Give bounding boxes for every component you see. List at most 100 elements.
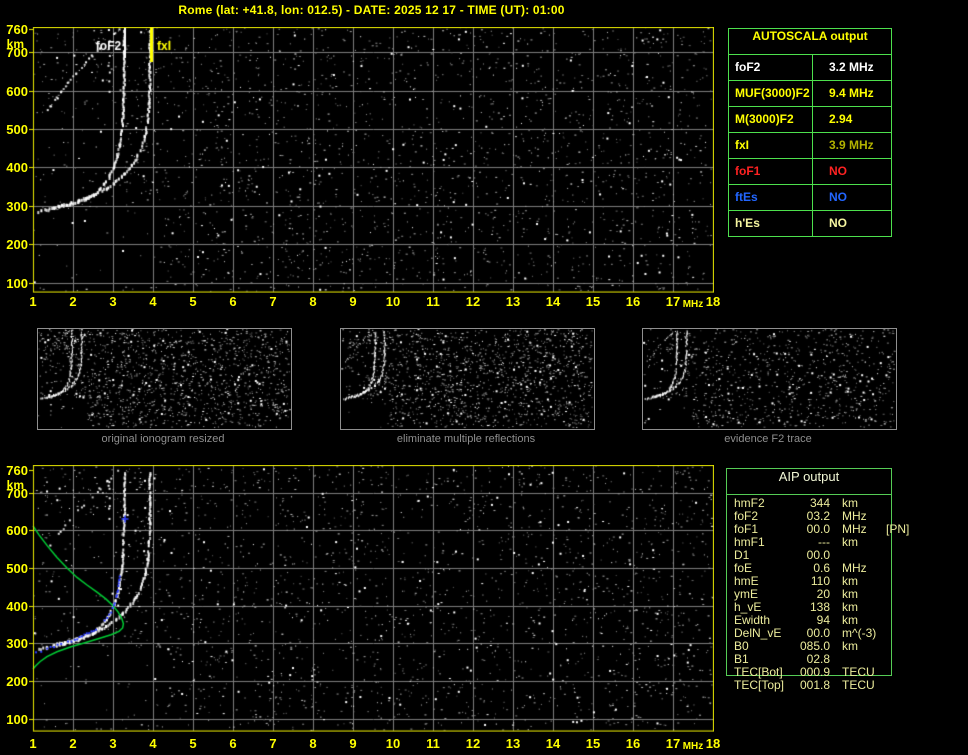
x-axis-tick-label: 9 [349, 736, 357, 751]
aip-row-note: [PN] [886, 522, 910, 536]
autoscala-row-value: 2.94 [829, 112, 853, 126]
x-axis-tick-label: 16 [625, 736, 641, 751]
x-axis-tick-label: 7 [269, 736, 277, 751]
x-axis-tick-label: 1 [29, 736, 37, 751]
y-axis-tick-label: 760 [6, 22, 28, 37]
station-title: Rome (lat: +41.8, lon: 012.5) - DATE: 20… [178, 3, 565, 17]
autoscala-table-row: foF1 NO [729, 158, 891, 184]
x-axis-unit-label: MHz [682, 299, 704, 310]
top-ionogram-plot [29, 27, 714, 293]
y-axis-tick-label: 400 [6, 599, 28, 614]
autoscala-row-value: NO [829, 164, 847, 178]
autoscala-output-table: AUTOSCALA output foF2 3.2 MHz MUF(3000)F2 9… [728, 28, 892, 237]
autoscala-row-label: foF2 [729, 55, 813, 80]
autoscala-row-label: ftEs [729, 185, 813, 210]
x-axis-tick-label: 12 [465, 736, 481, 751]
x-axis-tick-label: 4 [149, 736, 157, 751]
y-axis-tick-label: 500 [6, 122, 28, 137]
autoscala-table-row: MUF(3000)F2 9.4 MHz [729, 80, 891, 106]
autoscala-row-label: foF1 [729, 159, 813, 184]
x-axis-tick-label: 9 [349, 294, 357, 309]
autoscala-row-value: NO [829, 190, 847, 204]
autoscala-row-label: fxI [729, 133, 813, 158]
y-axis-tick-label: 600 [6, 523, 28, 538]
x-axis-tick-label: 5 [189, 294, 197, 309]
aip-row-unit: TECU [842, 678, 875, 692]
x-axis-tick-label: 6 [229, 736, 237, 751]
thumbnail-original-ionogram [37, 328, 292, 430]
x-axis-tick-label: 14 [545, 736, 561, 751]
x-axis-tick-label: 15 [585, 294, 601, 309]
x-axis-tick-label: 5 [189, 736, 197, 751]
thumbnail-caption: original ionogram resized [101, 433, 225, 445]
aip-table-row: B0 085.0 km [734, 640, 934, 653]
x-axis-tick-label: 4 [149, 294, 157, 309]
x-axis-tick-label: 15 [585, 736, 601, 751]
y-axis-tick-label: 200 [6, 237, 28, 252]
x-axis-tick-label: 2 [69, 736, 77, 751]
x-axis-tick-label: 3 [109, 294, 117, 309]
aip-table-row: DelN_vE 00.0 m^(-3) [734, 627, 934, 640]
aip-table-title: AIP output [727, 469, 891, 495]
y-axis-tick-label: 300 [6, 199, 28, 214]
y-axis-tick-label: 300 [6, 636, 28, 651]
x-axis-tick-label: 10 [385, 294, 401, 309]
thumbnail-caption: evidence F2 trace [724, 433, 812, 445]
aip-table-row: foE 0.6 MHz [734, 562, 934, 575]
aip-row-unit: km [842, 639, 858, 653]
autoscala-table-row: M(3000)F2 2.94 [729, 106, 891, 132]
x-axis-tick-label: 11 [426, 736, 440, 751]
aip-output-rows: hmF2 344 km foF2 03.2 MHz foF1 00.0 MHz [PN] hmF1-… [734, 497, 934, 692]
bottom-ionogram-plot [29, 465, 714, 732]
y-axis-tick-label: 100 [6, 276, 28, 291]
x-axis-tick-label: 3 [109, 736, 117, 751]
x-axis-tick-label: 8 [309, 736, 317, 751]
autoscala-row-label: M(3000)F2 [729, 107, 813, 132]
y-axis-tick-label: 400 [6, 160, 28, 175]
autoscala-table-row: foF2 3.2 MHz [729, 54, 891, 80]
y-axis-tick-label: 760 [6, 463, 28, 478]
y-axis-unit-label: km [6, 37, 24, 51]
thumbnail-evidence-f2-trace [642, 328, 897, 430]
autoscala-row-value: 3.9 MHz [829, 138, 874, 152]
autoscala-row-value: NO [829, 216, 847, 230]
aip-row-unit: km [842, 535, 858, 549]
autoscala-screen: Rome (lat: +41.8, lon: 012.5) - DATE: 20… [0, 0, 968, 755]
aip-row-label: TEC[Top] [734, 678, 785, 692]
x-axis-tick-label: 10 [385, 736, 401, 751]
autoscala-row-value: 9.4 MHz [829, 86, 874, 100]
aip-row-value: 001.8 [799, 678, 830, 692]
x-axis-tick-label: 2 [69, 294, 77, 309]
y-axis-tick-label: 100 [6, 712, 28, 727]
autoscala-row-value: 3.2 MHz [829, 60, 874, 74]
autoscala-table-row: h'Es NO [729, 210, 891, 236]
x-axis-unit-label: MHz [682, 741, 704, 752]
aip-table-row: ymE 20 km [734, 588, 934, 601]
x-axis-tick-label: 7 [269, 294, 277, 309]
x-axis-tick-label: 6 [229, 294, 237, 309]
x-axis-tick-label: 13 [505, 736, 521, 751]
y-axis-tick-label: 200 [6, 674, 28, 689]
aip-table-row: hmF2 344 km [734, 497, 934, 510]
aip-table-row: D1 00.0 [734, 549, 934, 562]
x-axis-tick-label: 16 [625, 294, 641, 309]
aip-table-row: TEC[Top] 001.8 TECU [734, 679, 934, 692]
y-axis-tick-label: 600 [6, 84, 28, 99]
thumbnail-eliminate-reflections [340, 328, 595, 430]
autoscala-table-title: AUTOSCALA output [752, 29, 868, 43]
x-axis-tick-label: 13 [505, 294, 521, 309]
aip-table-row: hmE 110 km [734, 575, 934, 588]
x-axis-tick-label: 14 [545, 294, 561, 309]
x-axis-tick-label: 11 [426, 294, 440, 309]
autoscala-row-label: MUF(3000)F2 [729, 81, 813, 106]
y-axis-unit-label: km [6, 478, 24, 492]
thumbnail-caption: eliminate multiple reflections [396, 433, 536, 445]
x-axis-tick-label: 1 [29, 294, 37, 309]
x-axis-tick-label: 12 [465, 294, 481, 309]
autoscala-row-label: h'Es [729, 211, 813, 236]
x-axis-tick-label: 8 [309, 294, 317, 309]
autoscala-table-row: ftEs NO [729, 184, 891, 210]
autoscala-table-row: fxI 3.9 MHz [729, 132, 891, 158]
aip-table-row: hmF1 --- km [734, 536, 934, 549]
y-axis-tick-label: 500 [6, 561, 28, 576]
